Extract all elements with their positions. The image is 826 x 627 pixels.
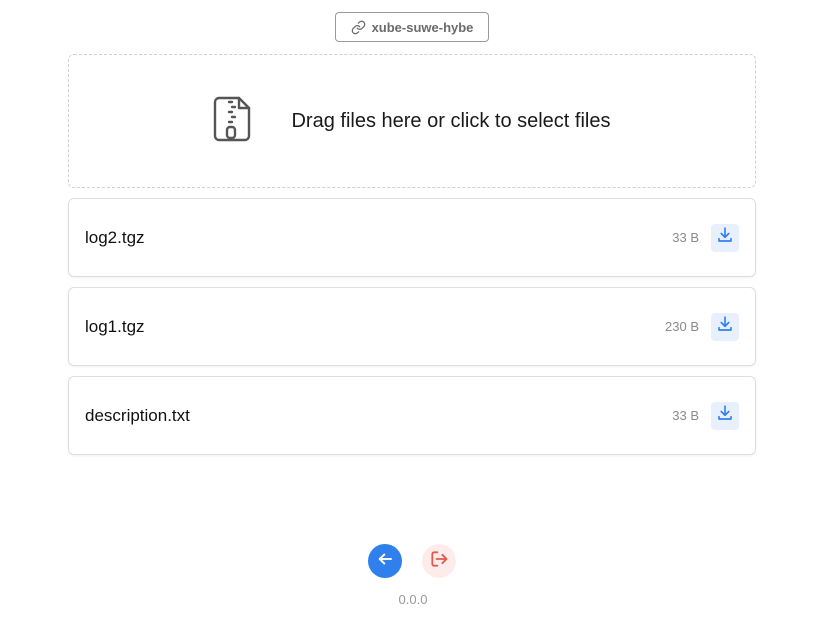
- zip-file-icon: [213, 96, 251, 147]
- download-button[interactable]: [711, 223, 739, 252]
- file-size: 33 B: [672, 408, 699, 423]
- file-row: log1.tgz 230 B: [68, 287, 756, 366]
- dropzone-text: Drag files here or click to select files: [291, 109, 611, 132]
- back-button[interactable]: [368, 544, 402, 578]
- arrow-left-icon: [376, 550, 394, 573]
- logout-button[interactable]: [422, 544, 456, 578]
- file-name: log1.tgz: [85, 316, 145, 336]
- share-code: xube-suwe-hybe: [371, 19, 474, 35]
- download-button[interactable]: [711, 312, 739, 341]
- file-dropzone[interactable]: Drag files here or click to select files: [68, 54, 756, 188]
- download-icon: [716, 315, 734, 338]
- file-size: 230 B: [665, 319, 699, 334]
- logout-icon: [429, 549, 449, 574]
- file-row: description.txt 33 B: [68, 376, 756, 455]
- link-icon: [351, 20, 366, 35]
- download-icon: [716, 226, 734, 249]
- file-name: log2.tgz: [85, 227, 145, 247]
- download-icon: [716, 404, 734, 427]
- file-size: 33 B: [672, 230, 699, 245]
- share-link-button[interactable]: xube-suwe-hybe: [335, 12, 489, 42]
- file-name: description.txt: [85, 405, 190, 425]
- file-row: log2.tgz 33 B: [68, 198, 756, 277]
- app-version: 0.0.0: [398, 592, 428, 607]
- download-button[interactable]: [711, 401, 739, 430]
